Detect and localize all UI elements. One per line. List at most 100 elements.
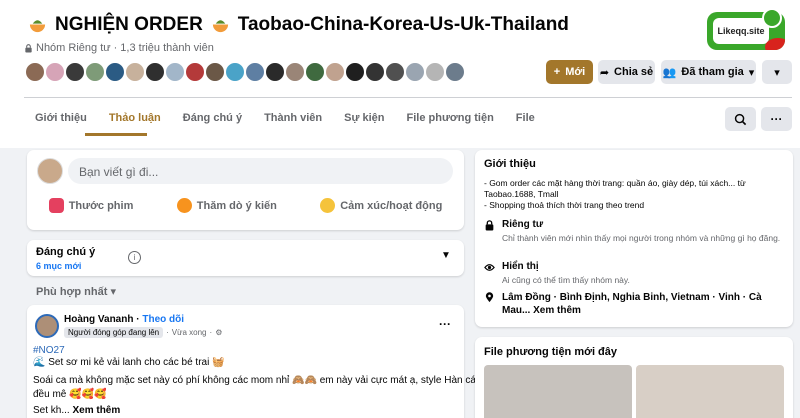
post-options-button[interactable]: ··· <box>439 317 451 331</box>
see-more-link[interactable]: Xem thêm <box>72 405 120 416</box>
post-text-line: Soái ca mà không mặc set này có phí khôn… <box>33 375 498 386</box>
member-avatar[interactable] <box>204 61 226 83</box>
chevron-down-icon: ▾ <box>774 66 780 79</box>
lock-icon <box>25 43 32 53</box>
globe-icon: ⚙ <box>215 328 223 337</box>
avatar[interactable] <box>37 158 63 184</box>
group-title[interactable]: NGHIỆN ORDER Taobao-China-Korea-Us-Uk-Th… <box>28 14 569 36</box>
composer-input[interactable]: Bạn viết gì đi... <box>68 158 453 184</box>
status-badge[interactable]: Người đóng góp đang lên <box>64 327 164 338</box>
post-text-line: 🌊 Set sơ mi kẻ vải lanh cho các bé trai … <box>33 357 225 368</box>
member-avatar[interactable] <box>444 61 466 83</box>
bowl-emoji-icon <box>28 16 47 35</box>
shirt-icon: 🧺 <box>212 357 225 368</box>
lock-icon <box>485 220 494 231</box>
recent-media-card: File phương tiện mới đây <box>475 337 793 418</box>
member-avatar[interactable] <box>324 61 346 83</box>
member-count[interactable]: 1,3 triệu thành viên <box>120 42 214 54</box>
group-title-text: NGHIỆN ORDER <box>55 14 203 35</box>
hashtag-link[interactable]: #NO27 <box>33 345 65 356</box>
reel-icon <box>48 198 64 213</box>
group-header: NGHIỆN ORDER Taobao-China-Korea-Us-Uk-Th… <box>0 0 800 148</box>
member-avatar[interactable] <box>224 61 246 83</box>
member-avatar[interactable] <box>364 61 386 83</box>
divider <box>24 97 792 98</box>
member-avatar[interactable] <box>284 61 306 83</box>
poll-label: Thăm dò ý kiến <box>196 199 277 212</box>
media-title: File phương tiện mới đây <box>484 346 618 358</box>
tab-events[interactable]: Sự kiện <box>333 107 395 132</box>
tab-files[interactable]: File <box>505 107 546 132</box>
poll-button[interactable]: Thăm dò ý kiến <box>176 198 277 213</box>
more-options-button[interactable]: ▾ <box>762 60 792 84</box>
featured-count: 6 mục mới <box>36 261 82 271</box>
member-avatar[interactable] <box>44 61 66 83</box>
member-avatar[interactable] <box>104 61 126 83</box>
member-avatar[interactable] <box>144 61 166 83</box>
member-avatar[interactable] <box>344 61 366 83</box>
share-button[interactable]: ➦ Chia sẻ <box>598 60 655 84</box>
more-button[interactable]: ··· <box>761 107 792 131</box>
member-avatar[interactable] <box>64 61 86 83</box>
joined-label: Đã tham gia <box>681 66 744 78</box>
media-thumbnail[interactable] <box>484 365 632 418</box>
member-avatar[interactable] <box>244 61 266 83</box>
smiley-icon <box>320 198 336 213</box>
tab-featured[interactable]: Đáng chú ý <box>172 107 253 132</box>
tab-members[interactable]: Thành viên <box>253 107 333 132</box>
tab-about[interactable]: Giới thiệu <box>24 107 98 132</box>
sort-label: Phù hợp nhất <box>36 286 108 298</box>
featured-title: Đáng chú ý <box>36 246 96 258</box>
post-composer: Bạn viết gì đi... Thước phim Thăm dò ý k… <box>27 150 464 230</box>
member-avatar[interactable] <box>184 61 206 83</box>
chevron-down-icon: ▾ <box>110 286 116 298</box>
visible-title: Hiển thị <box>502 261 539 272</box>
group-tabs: Giới thiệu Thảo luận Đáng chú ý Thành vi… <box>24 107 546 132</box>
member-avatar[interactable] <box>404 61 426 83</box>
feeling-button[interactable]: Cảm xúc/hoạt động <box>320 198 442 213</box>
avatar[interactable] <box>35 314 59 338</box>
post-card: Hoàng Vananh · Theo dõi Người đóng góp đ… <box>27 305 498 418</box>
member-avatar[interactable] <box>264 61 286 83</box>
media-thumbnail[interactable] <box>636 365 784 418</box>
sort-dropdown[interactable]: Phù hợp nhất ▾ <box>36 285 116 298</box>
member-avatar[interactable] <box>384 61 406 83</box>
chevron-down-icon[interactable]: ▼ <box>441 250 451 261</box>
share-label: Chia sẻ <box>614 66 654 78</box>
logo-text: Likeqq.site <box>713 18 769 44</box>
smile-icon <box>762 8 782 28</box>
search-button[interactable] <box>725 107 756 131</box>
tab-media[interactable]: File phương tiện <box>396 107 505 132</box>
new-post-button[interactable]: + Mới <box>546 60 593 84</box>
about-card: Giới thiệu - Gom order các mặt hàng thời… <box>475 150 793 327</box>
joined-button[interactable]: 👥 Đã tham gia ▾ <box>661 60 756 84</box>
new-label: Mới <box>565 66 586 78</box>
featured-section[interactable]: Đáng chú ý 6 mục mới i ▼ <box>27 240 464 276</box>
post-time[interactable]: Vừa xong <box>172 328 207 337</box>
bowl-emoji-icon <box>211 16 230 35</box>
visible-desc: Ai cũng có thể tìm thấy nhóm này. <box>502 275 630 285</box>
chevron-down-icon: ▾ <box>748 66 755 79</box>
wave-icon: 🌊 <box>33 357 46 368</box>
member-avatar[interactable] <box>164 61 186 83</box>
post-text-line: đều mê 🥰🥰🥰 <box>33 389 107 400</box>
location-pin-icon <box>485 292 494 303</box>
privacy-label[interactable]: Nhóm Riêng tư <box>36 42 111 54</box>
reel-label: Thước phim <box>68 199 134 212</box>
member-avatar[interactable] <box>424 61 446 83</box>
follow-link[interactable]: Theo dõi <box>142 314 184 325</box>
plus-icon: + <box>553 66 561 78</box>
eye-icon <box>484 264 495 271</box>
reel-button[interactable]: Thước phim <box>48 198 134 213</box>
search-icon <box>734 113 747 125</box>
post-author[interactable]: Hoàng Vananh <box>64 314 133 325</box>
dots-icon: ··· <box>770 112 783 126</box>
info-icon[interactable]: i <box>128 251 141 264</box>
member-avatar[interactable] <box>304 61 326 83</box>
member-avatar[interactable] <box>84 61 106 83</box>
member-avatar[interactable] <box>24 61 46 83</box>
see-more-link[interactable]: Xem thêm <box>533 305 581 316</box>
member-avatar[interactable] <box>124 61 146 83</box>
active-tab-indicator <box>85 133 147 136</box>
tab-discussion[interactable]: Thảo luận <box>98 107 172 132</box>
